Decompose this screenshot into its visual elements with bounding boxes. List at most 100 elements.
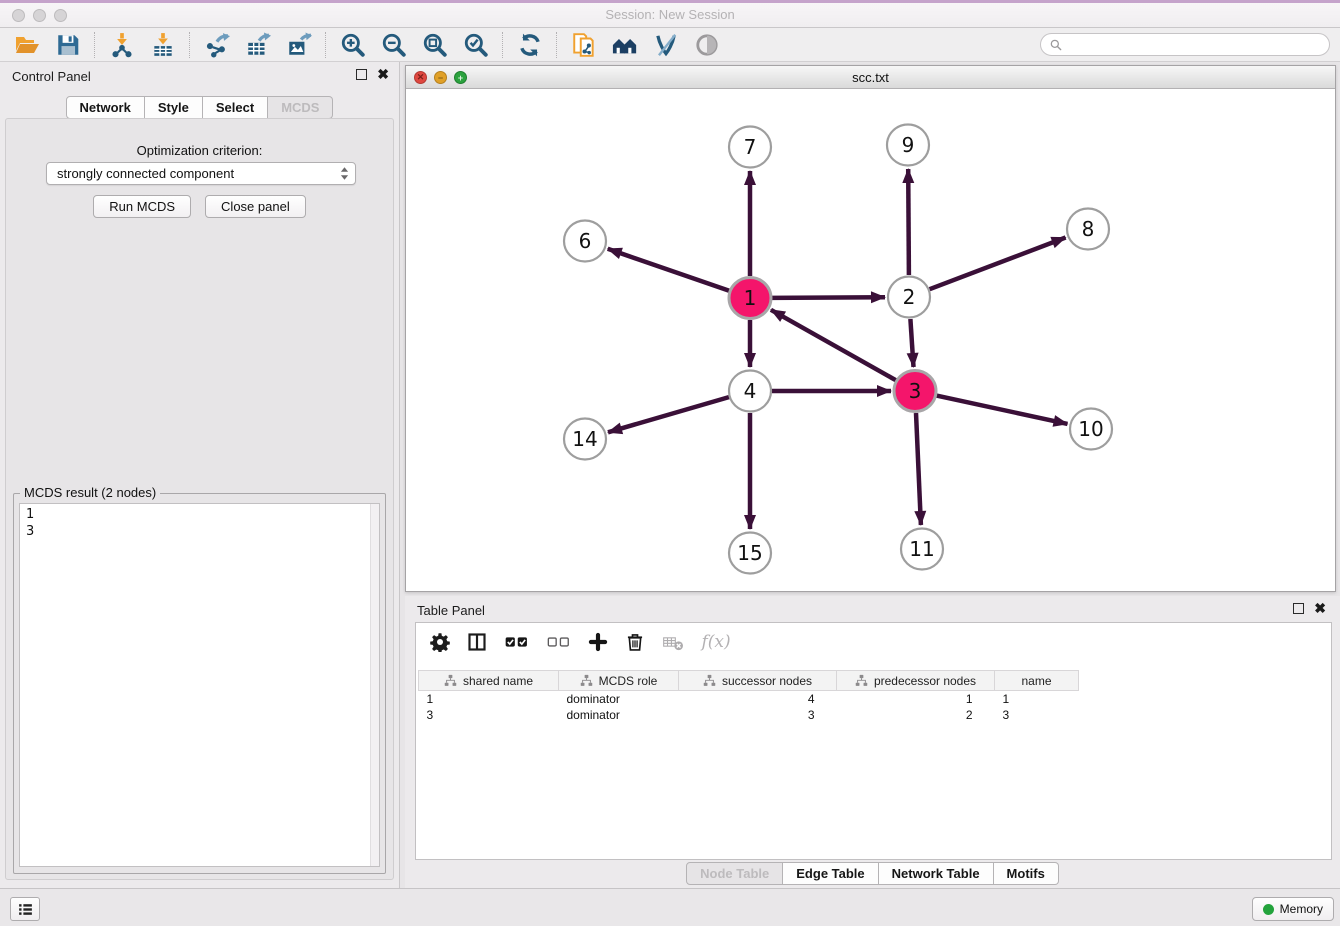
network-graph[interactable]: 1 2 3 4 6 7 8 9 10 11 14 15 [406, 89, 1335, 591]
column-type-icon [444, 674, 457, 687]
export-image-icon[interactable] [278, 30, 319, 60]
close-panel-button[interactable]: Close panel [205, 195, 306, 218]
home-icon[interactable] [604, 30, 645, 60]
refresh-icon[interactable] [509, 30, 550, 60]
table-cell[interactable]: 1 [419, 691, 559, 707]
edge-3-10[interactable] [937, 396, 1068, 424]
titlebar-accent-strip [0, 0, 1340, 3]
zoom-out-icon[interactable] [373, 30, 414, 60]
hide-icon[interactable] [686, 30, 727, 60]
import-table-icon[interactable] [142, 30, 183, 60]
table-toolbar: f(x) [416, 623, 1331, 661]
table-cell[interactable]: 3 [679, 707, 837, 723]
column-manager-icon[interactable] [467, 632, 487, 652]
graph-node-3[interactable]: 3 [894, 371, 936, 412]
node-table-row[interactable]: 1dominator411 [419, 691, 1079, 707]
mcds-result-list[interactable]: 13 [19, 503, 380, 867]
network-canvas[interactable]: 1 2 3 4 6 7 8 9 10 11 14 15 [406, 89, 1335, 591]
tab-edge-table[interactable]: Edge Table [783, 862, 878, 885]
tab-style[interactable]: Style [145, 96, 203, 119]
zoom-selected-icon[interactable] [455, 30, 496, 60]
table-cell[interactable]: dominator [559, 691, 679, 707]
tab-network[interactable]: Network [66, 96, 145, 119]
deselect-all-icon[interactable] [546, 632, 571, 652]
open-session-icon[interactable] [6, 30, 47, 60]
column-header-name[interactable]: name [995, 671, 1079, 691]
column-header-predecessor-nodes[interactable]: predecessor nodes [837, 671, 995, 691]
tab-network-table[interactable]: Network Table [879, 862, 994, 885]
edge-2-3[interactable] [910, 319, 913, 367]
zoom-fit-icon[interactable] [414, 30, 455, 60]
table-panel-title: Table Panel [417, 603, 485, 618]
toolbar-separator [94, 32, 95, 58]
edge-4-14[interactable] [608, 397, 729, 432]
graph-node-9[interactable]: 9 [887, 125, 929, 166]
status-bar: Memory [0, 888, 1340, 926]
select-all-icon[interactable] [504, 632, 529, 652]
result-scrollbar[interactable] [370, 504, 379, 866]
vizmapper-icon[interactable] [645, 30, 686, 60]
float-table-panel-icon[interactable] [1293, 603, 1304, 614]
table-cell[interactable]: 1 [837, 691, 995, 707]
export-table-icon[interactable] [237, 30, 278, 60]
task-history-button[interactable] [10, 897, 40, 921]
column-header-MCDS-role[interactable]: MCDS role [559, 671, 679, 691]
graph-node-11[interactable]: 11 [901, 529, 943, 570]
table-cell[interactable]: 4 [679, 691, 837, 707]
memory-button[interactable]: Memory [1252, 897, 1334, 921]
export-network-icon[interactable] [196, 30, 237, 60]
graph-node-1[interactable]: 1 [729, 278, 771, 319]
graph-node-15[interactable]: 15 [729, 533, 771, 574]
graph-node-4[interactable]: 4 [729, 371, 771, 412]
edge-2-9[interactable] [908, 169, 909, 275]
tab-mcds[interactable]: MCDS [268, 96, 333, 119]
node-table-container: f(x) shared name MCDS role successor nodes… [415, 622, 1332, 860]
search-input[interactable] [1069, 38, 1321, 52]
edge-1-6[interactable] [608, 249, 730, 291]
search-box[interactable] [1040, 33, 1330, 56]
graph-node-8[interactable]: 8 [1067, 209, 1109, 250]
clone-network-icon[interactable] [563, 30, 604, 60]
tab-motifs[interactable]: Motifs [994, 862, 1059, 885]
column-label: name [1021, 674, 1051, 688]
float-panel-icon[interactable] [356, 69, 367, 80]
column-label: successor nodes [722, 674, 812, 688]
table-settings-icon[interactable] [430, 632, 450, 652]
column-label: MCDS role [599, 674, 658, 688]
edge-3-11[interactable] [916, 413, 921, 525]
add-icon[interactable] [588, 632, 608, 652]
edge-1-2[interactable] [772, 297, 885, 298]
run-mcds-button[interactable]: Run MCDS [93, 195, 191, 218]
mcds-result-line: 1 [26, 506, 373, 523]
function-builder-icon: f(x) [702, 632, 731, 652]
tab-node-table[interactable]: Node Table [686, 862, 783, 885]
zoom-in-icon[interactable] [332, 30, 373, 60]
graph-node-6[interactable]: 6 [564, 221, 606, 262]
dropdown-stepper-icon [340, 166, 349, 181]
graph-node-10[interactable]: 10 [1070, 409, 1112, 450]
delete-icon[interactable] [625, 632, 645, 652]
close-table-panel-icon[interactable]: ✖ [1314, 603, 1326, 614]
network-window-titlebar[interactable]: ✕ − + scc.txt [406, 66, 1335, 89]
table-cell[interactable]: 3 [419, 707, 559, 723]
import-network-icon[interactable] [101, 30, 142, 60]
criterion-dropdown[interactable]: strongly connected component [46, 162, 356, 185]
toolbar-separator [189, 32, 190, 58]
table-cell[interactable]: 3 [995, 707, 1079, 723]
node-table-row[interactable]: 3dominator323 [419, 707, 1079, 723]
column-header-shared-name[interactable]: shared name [419, 671, 559, 691]
node-label: 15 [737, 541, 762, 565]
graph-node-14[interactable]: 14 [564, 419, 606, 460]
edge-3-1[interactable] [771, 310, 896, 380]
graph-node-7[interactable]: 7 [729, 127, 771, 168]
tab-select[interactable]: Select [203, 96, 268, 119]
table-cell[interactable]: 2 [837, 707, 995, 723]
edge-2-8[interactable] [930, 238, 1066, 290]
table-cell[interactable]: dominator [559, 707, 679, 723]
save-session-icon[interactable] [47, 30, 88, 60]
column-header-successor-nodes[interactable]: successor nodes [679, 671, 837, 691]
optimization-criterion-label: Optimization criterion: [6, 143, 393, 158]
table-cell[interactable]: 1 [995, 691, 1079, 707]
graph-node-2[interactable]: 2 [888, 277, 930, 318]
close-panel-icon[interactable]: ✖ [377, 69, 389, 80]
